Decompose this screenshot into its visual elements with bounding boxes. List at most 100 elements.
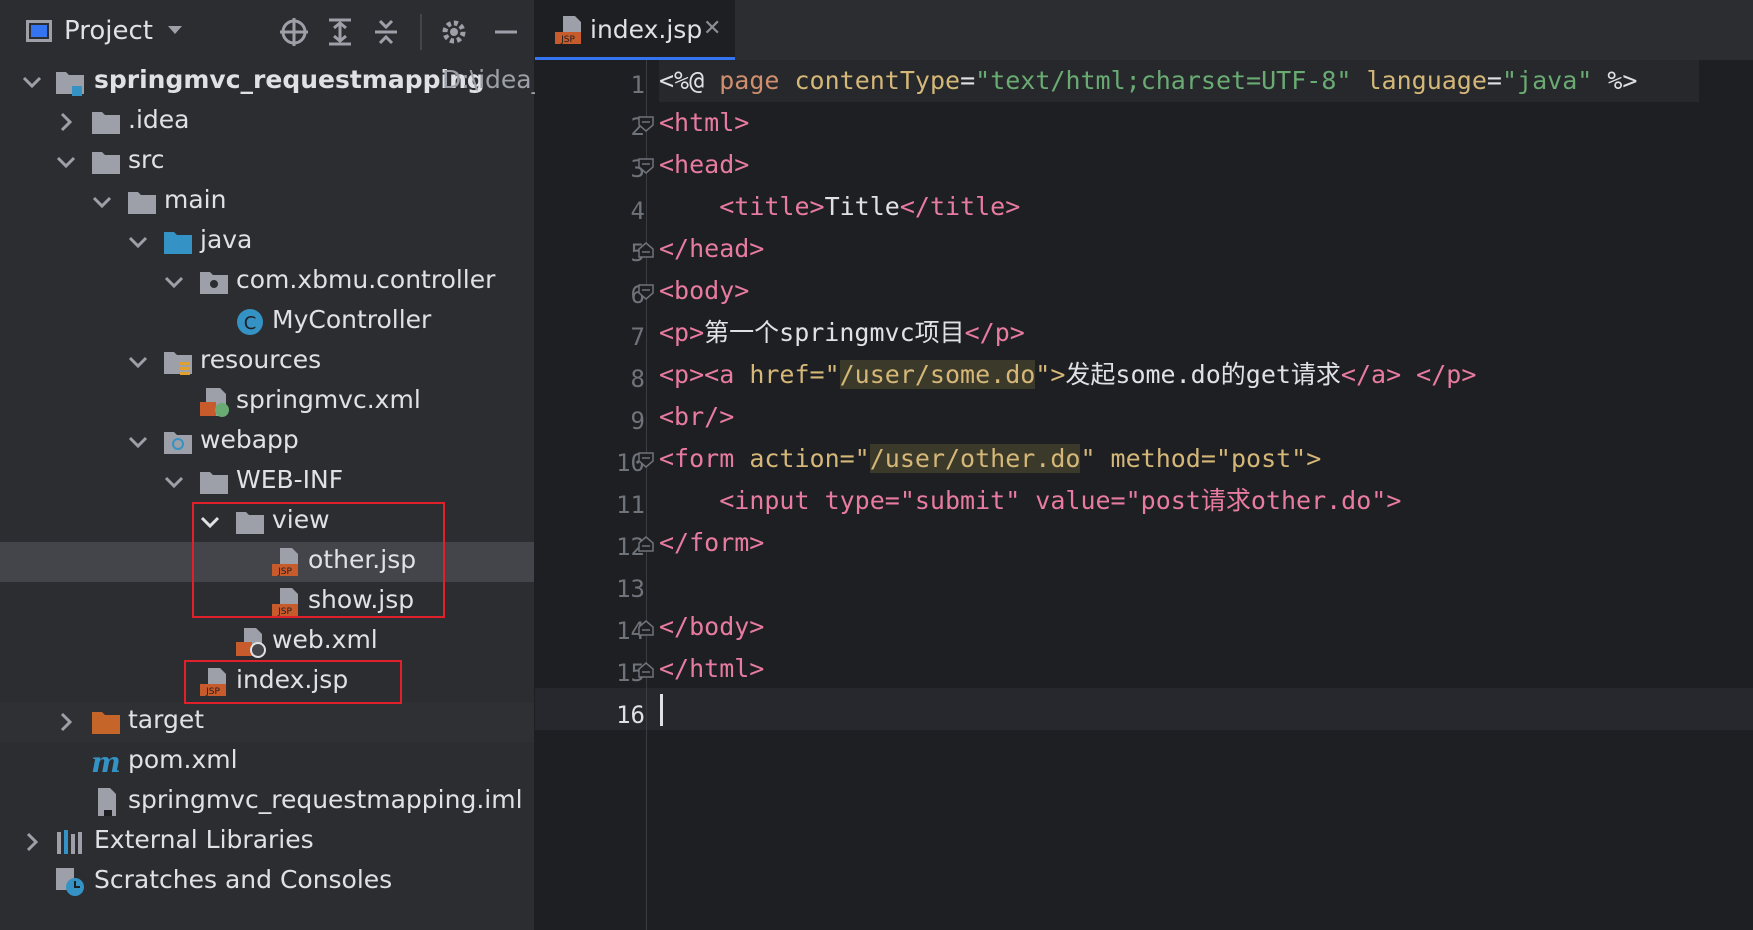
package-icon [198, 266, 230, 298]
tree-item-label: pom.xml [128, 745, 238, 774]
fold-marker-icon[interactable] [637, 661, 655, 679]
scratches-icon [54, 866, 86, 898]
tree-item-label: MyController [272, 305, 432, 334]
line-number-gutter: 1 2 3 4 5 6 7 8 9 10 11 12 13 14 15 16 [535, 60, 645, 930]
highlight-box-view-folder [192, 502, 445, 618]
tree-item-pom-xml[interactable]: m pom.xml [0, 742, 534, 782]
tree-item-mycontroller[interactable]: C MyController [0, 302, 534, 342]
tab-index-jsp[interactable]: JSP index.jsp ✕ [535, 0, 735, 60]
tree-item-label: java [200, 225, 253, 254]
line-number: 14 [616, 617, 645, 645]
tree-item-idea[interactable]: .idea [0, 102, 534, 142]
chevron-down-icon[interactable] [88, 188, 116, 216]
folder-icon [90, 106, 122, 138]
fold-marker-icon[interactable] [637, 535, 655, 553]
fold-marker-icon[interactable] [637, 283, 655, 301]
code-line-4: <title>Title</title> [719, 192, 1021, 221]
chevron-down-icon[interactable] [124, 348, 152, 376]
tree-item-label: springmvc_requestmapping.iml [128, 785, 523, 814]
svg-text:m: m [91, 746, 121, 778]
line-number: 16 [616, 701, 645, 729]
chevron-down-icon[interactable] [166, 22, 184, 42]
iml-file-icon [90, 786, 122, 818]
fold-marker-icon[interactable] [637, 157, 655, 175]
tree-item-label: springmvc.xml [236, 385, 421, 414]
tree-item-web-xml[interactable]: web.xml [0, 622, 534, 662]
chevron-down-icon[interactable] [52, 148, 80, 176]
chevron-right-icon[interactable] [52, 108, 80, 136]
folder-icon [198, 466, 230, 498]
tree-item-label: External Libraries [94, 825, 314, 854]
code-line-14: </body> [659, 612, 765, 641]
java-class-icon: C [234, 306, 266, 338]
fold-marker-icon[interactable] [637, 451, 655, 469]
editor-tab-bar: JSP index.jsp ✕ [535, 0, 1753, 61]
code-line-2: <html> [659, 108, 750, 137]
source-folder-icon [162, 226, 194, 258]
line-number: 2 [630, 113, 645, 141]
chevron-down-icon[interactable] [124, 428, 152, 456]
tree-item-label: Scratches and Consoles [94, 865, 393, 894]
project-window-icon [26, 20, 52, 42]
code-line-7: <p>第一个springmvc项目</p> [659, 318, 1025, 347]
tree-item-java[interactable]: java [0, 222, 534, 262]
chevron-down-icon[interactable] [18, 68, 46, 96]
gear-icon[interactable] [436, 14, 472, 50]
line-number: 10 [616, 449, 645, 477]
chevron-right-icon[interactable] [52, 708, 80, 736]
tab-label: index.jsp [590, 15, 703, 44]
svg-text:JSP: JSP [560, 35, 575, 45]
tree-item-label: target [128, 705, 205, 734]
code-editor[interactable]: JSP index.jsp ✕ 1 2 3 4 5 6 7 8 9 10 11 … [535, 0, 1753, 930]
toolbar-divider [420, 14, 422, 50]
project-view-selector[interactable]: Project [64, 16, 153, 46]
collapse-all-icon[interactable] [368, 14, 404, 50]
tree-item-webapp[interactable]: webapp [0, 422, 534, 462]
chevron-down-icon[interactable] [160, 468, 188, 496]
line-number: 1 [630, 71, 645, 99]
tree-item-web-inf[interactable]: WEB-INF [0, 462, 534, 502]
chevron-right-icon[interactable] [18, 828, 46, 856]
code-line-6: <body> [659, 276, 750, 305]
tree-item-label: main [164, 185, 227, 214]
line-number: 7 [630, 323, 645, 351]
tree-item-resources[interactable]: resources [0, 342, 534, 382]
close-icon[interactable]: ✕ [703, 16, 721, 41]
tree-item-package[interactable]: com.xbmu.controller [0, 262, 534, 302]
library-icon [54, 826, 86, 858]
line-number: 9 [630, 407, 645, 435]
web-folder-icon [162, 426, 194, 458]
line-number: 12 [616, 533, 645, 561]
minimize-icon[interactable] [488, 14, 524, 50]
text-caret [660, 694, 663, 726]
tree-item-label: .idea [128, 105, 190, 134]
line-number: 8 [630, 365, 645, 393]
folder-icon [90, 146, 122, 178]
tree-item-external-libraries[interactable]: External Libraries [0, 822, 534, 862]
project-panel-header: Project [0, 0, 534, 62]
line-number: 5 [630, 239, 645, 267]
fold-marker-icon[interactable] [637, 619, 655, 637]
tree-item-main[interactable]: main [0, 182, 534, 222]
line-number: 6 [630, 281, 645, 309]
tree-item-project-root[interactable]: springmvc_requestmapping D:\idea_ [0, 62, 544, 102]
locate-icon[interactable] [276, 14, 312, 50]
code-line-11: <input type="submit" value="post请求other.… [719, 486, 1402, 515]
tree-item-iml[interactable]: springmvc_requestmapping.iml [0, 782, 534, 822]
chevron-down-icon[interactable] [160, 268, 188, 296]
tree-item-label: WEB-INF [236, 465, 344, 494]
code-line-3: <head> [659, 150, 750, 179]
tree-item-scratches[interactable]: Scratches and Consoles [0, 862, 534, 902]
project-panel: Project springmvc_requestmapping D:\idea… [0, 0, 544, 930]
fold-marker-icon[interactable] [637, 115, 655, 133]
tree-item-target[interactable]: target [0, 702, 534, 742]
chevron-down-icon[interactable] [124, 228, 152, 256]
tree-item-label: resources [200, 345, 322, 374]
line-number: 4 [630, 197, 645, 225]
project-path: D:\idea_ [442, 65, 545, 94]
tree-item-springmvc-xml[interactable]: springmvc.xml [0, 382, 534, 422]
module-folder-icon [54, 66, 86, 98]
fold-marker-icon[interactable] [637, 241, 655, 259]
expand-all-icon[interactable] [322, 14, 358, 50]
tree-item-src[interactable]: src [0, 142, 534, 182]
